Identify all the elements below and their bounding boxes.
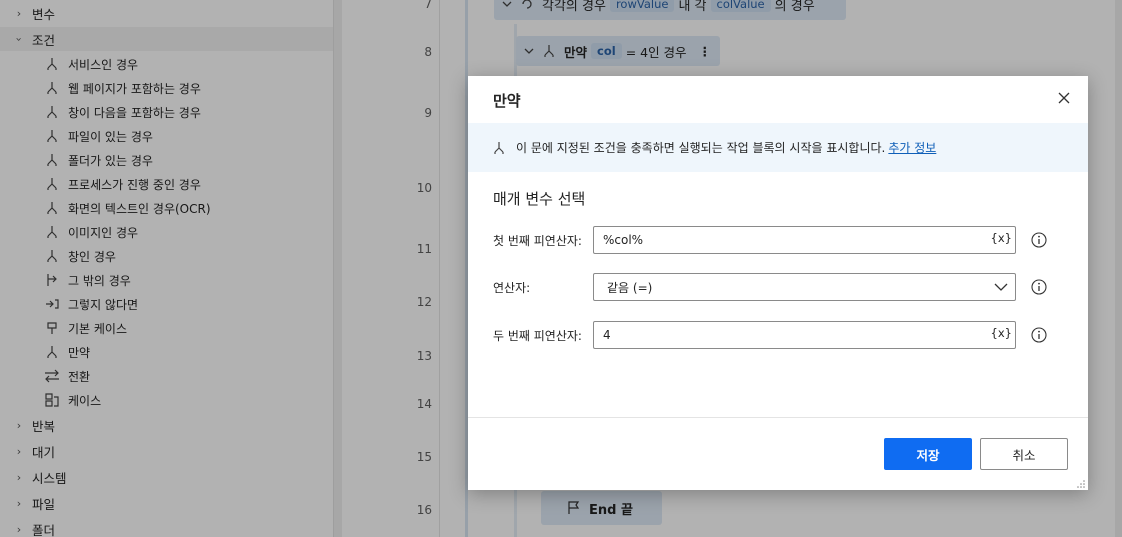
if-action-dialog: 만약 이 문에 지정된 조건을 충족하면 실행되는 작업 블록의 시작을 표시합…: [468, 76, 1088, 490]
info-bar: 이 문에 지정된 조건을 충족하면 실행되는 작업 블록의 시작을 표시합니다.…: [468, 123, 1088, 172]
cancel-button[interactable]: 취소: [980, 438, 1068, 470]
info-icon[interactable]: [1031, 279, 1047, 295]
info-text: 이 문에 지정된 조건을 충족하면 실행되는 작업 블록의 시작을 표시합니다.: [516, 141, 886, 155]
params-heading: 매개 변수 선택: [493, 190, 586, 208]
operator-select[interactable]: 같음 (=): [593, 273, 1016, 301]
info-icon[interactable]: [1031, 232, 1047, 248]
operator-row: 연산자: 같음 (=): [468, 273, 1088, 301]
second-operand-input[interactable]: 4 {x}: [593, 321, 1016, 349]
first-operand-value: %col%: [603, 233, 644, 247]
chevron-down-icon: [994, 280, 1008, 297]
branch-icon: [492, 141, 506, 155]
more-info-link[interactable]: 추가 정보: [888, 139, 936, 156]
first-operand-label: 첫 번째 피연산자:: [493, 234, 582, 248]
second-operand-value: 4: [603, 328, 611, 342]
variable-picker-button[interactable]: {x}: [991, 231, 1012, 245]
variable-picker-button[interactable]: {x}: [991, 326, 1012, 340]
second-operand-row: 두 번째 피연산자: 4 {x}: [468, 321, 1088, 349]
first-operand-input[interactable]: %col% {x}: [593, 226, 1016, 254]
dialog-title: 만약: [493, 92, 521, 110]
second-operand-label: 두 번째 피연산자:: [493, 329, 582, 343]
close-icon[interactable]: [1054, 88, 1074, 108]
info-icon[interactable]: [1031, 327, 1047, 343]
operator-label: 연산자:: [493, 281, 531, 295]
resize-grip-icon[interactable]: [1076, 478, 1086, 488]
operator-value: 같음 (=): [607, 280, 653, 295]
first-operand-row: 첫 번째 피연산자: %col% {x}: [468, 226, 1088, 254]
save-button[interactable]: 저장: [884, 438, 972, 470]
footer-divider: [468, 417, 1088, 418]
